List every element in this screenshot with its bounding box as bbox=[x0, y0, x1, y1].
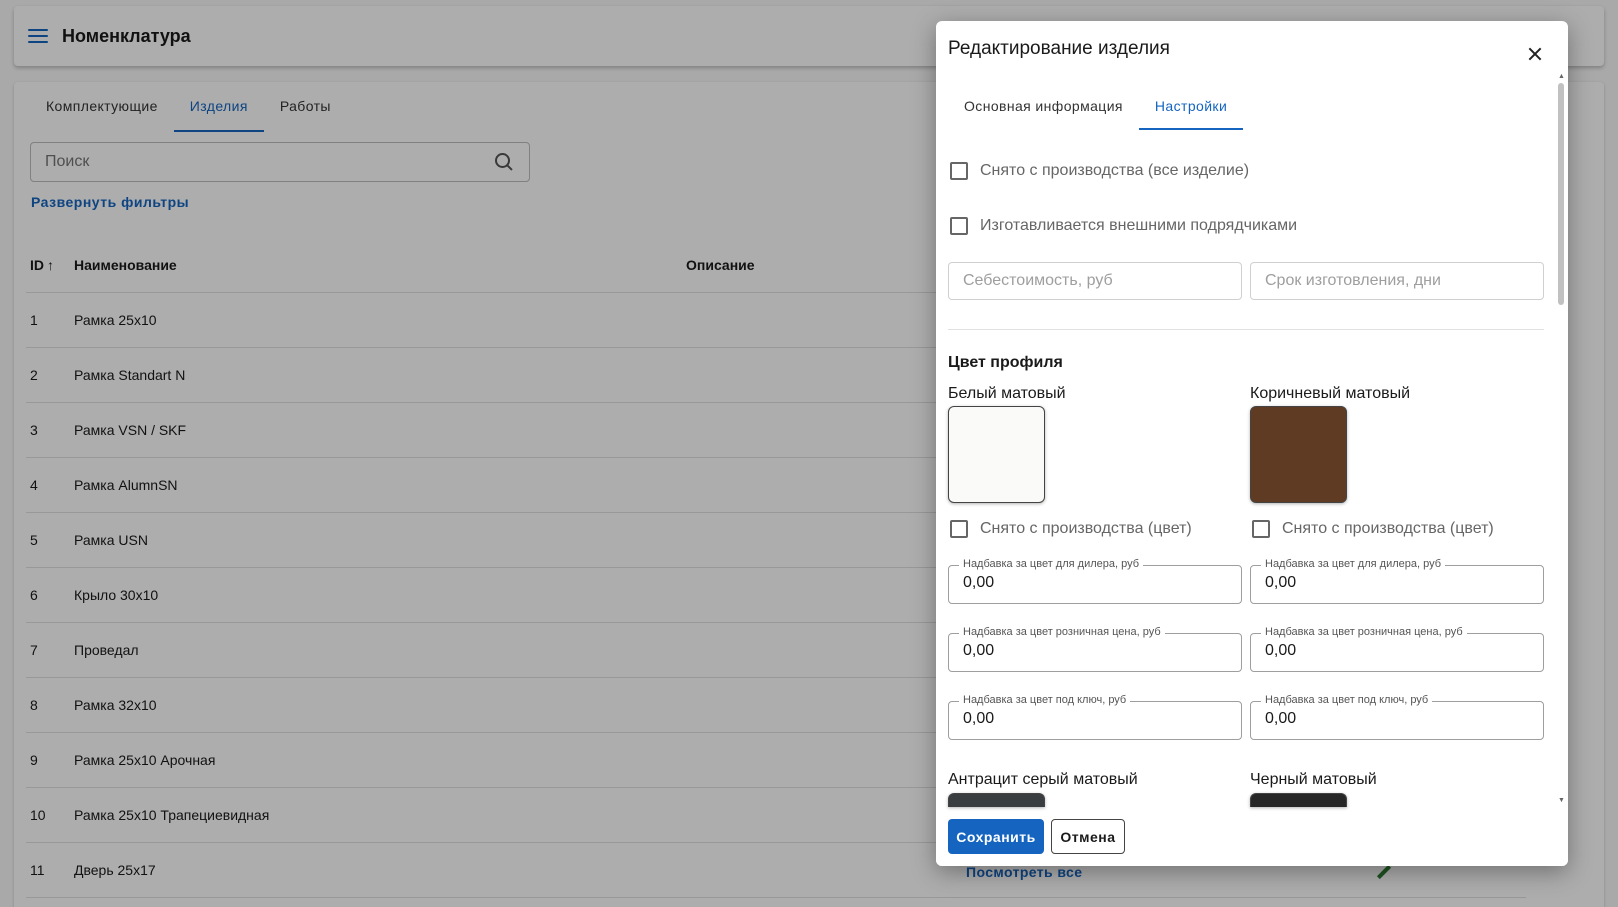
turnkey-markup-label: Надбавка за цвет под ключ, руб bbox=[959, 694, 1131, 706]
tab-settings[interactable]: Настройки bbox=[1138, 91, 1244, 131]
retail-markup-label: Надбавка за цвет розничная цена, руб bbox=[1261, 626, 1467, 638]
discontinued-color-label: Снято с производства (цвет) bbox=[1282, 520, 1494, 537]
retail-markup-label: Надбавка за цвет розничная цена, руб bbox=[959, 626, 1165, 638]
discontinued-color-label: Снято с производства (цвет) bbox=[980, 520, 1192, 537]
dealer-markup-field: Надбавка за цвет для дилера, руб bbox=[1250, 558, 1544, 604]
discontinued-all-checkbox[interactable]: Снято с производства (все изделие) bbox=[950, 162, 1249, 180]
checkbox-icon[interactable] bbox=[950, 217, 968, 235]
color-name: Черный матовый bbox=[1250, 771, 1377, 788]
checkbox-icon[interactable] bbox=[1252, 520, 1270, 538]
dealer-markup-field: Надбавка за цвет для дилера, руб bbox=[948, 558, 1242, 604]
retail-markup-field: Надбавка за цвет розничная цена, руб bbox=[1250, 626, 1544, 672]
dialog-tabs: Основная информация Настройки bbox=[948, 91, 1244, 131]
discontinued-color-checkbox[interactable]: Снято с производства (цвет) bbox=[1252, 520, 1494, 538]
checkbox-icon[interactable] bbox=[950, 520, 968, 538]
color-swatch[interactable] bbox=[948, 406, 1045, 503]
discontinued-all-label: Снято с производства (все изделие) bbox=[980, 162, 1250, 179]
turnkey-markup-field: Надбавка за цвет под ключ, руб bbox=[1250, 694, 1544, 740]
tab-basic-info[interactable]: Основная информация bbox=[948, 91, 1139, 131]
color-swatch[interactable] bbox=[1250, 406, 1347, 503]
close-icon[interactable] bbox=[1524, 43, 1546, 65]
lead-time-input[interactable] bbox=[1265, 272, 1529, 290]
retail-markup-input[interactable] bbox=[963, 642, 1223, 660]
retail-markup-field: Надбавка за цвет розничная цена, руб bbox=[948, 626, 1242, 672]
dealer-markup-label: Надбавка за цвет для дилера, руб bbox=[1261, 558, 1446, 570]
color-swatch[interactable] bbox=[948, 793, 1045, 807]
turnkey-markup-label: Надбавка за цвет под ключ, руб bbox=[1261, 694, 1433, 706]
checkbox-icon[interactable] bbox=[950, 162, 968, 180]
cost-field bbox=[948, 262, 1242, 300]
retail-markup-input[interactable] bbox=[1265, 642, 1525, 660]
scroll-up-arrow-icon[interactable]: ▲ bbox=[1558, 73, 1565, 80]
cost-input[interactable] bbox=[963, 272, 1227, 290]
color-name: Коричневый матовый bbox=[1250, 385, 1411, 402]
lead-time-field bbox=[1250, 262, 1544, 300]
scroll-down-arrow-icon[interactable]: ▼ bbox=[1558, 797, 1565, 804]
edit-product-dialog: Редактирование изделия Основная информац… bbox=[936, 21, 1568, 866]
color-swatch[interactable] bbox=[1250, 793, 1347, 807]
color-name: Белый матовый bbox=[948, 385, 1066, 402]
profile-color-heading: Цвет профиля bbox=[948, 354, 1063, 371]
save-button[interactable]: Сохранить bbox=[948, 819, 1044, 854]
cancel-button[interactable]: Отмена bbox=[1051, 819, 1125, 854]
divider bbox=[948, 329, 1544, 330]
turnkey-markup-field: Надбавка за цвет под ключ, руб bbox=[948, 694, 1242, 740]
turnkey-markup-input[interactable] bbox=[1265, 710, 1525, 728]
dialog-scrollbar[interactable] bbox=[1558, 83, 1564, 305]
dialog-title: Редактирование изделия bbox=[948, 38, 1170, 59]
dealer-markup-label: Надбавка за цвет для дилера, руб bbox=[959, 558, 1144, 570]
color-name: Антрацит серый матовый bbox=[948, 771, 1138, 788]
external-contractors-checkbox[interactable]: Изготавливается внешними подрядчиками bbox=[950, 217, 1297, 235]
turnkey-markup-input[interactable] bbox=[963, 710, 1223, 728]
dialog-footer: Сохранить Отмена bbox=[936, 813, 1568, 866]
dealer-markup-input[interactable] bbox=[1265, 574, 1525, 592]
dealer-markup-input[interactable] bbox=[963, 574, 1223, 592]
discontinued-color-checkbox[interactable]: Снято с производства (цвет) bbox=[950, 520, 1192, 538]
external-contractors-label: Изготавливается внешними подрядчиками bbox=[980, 217, 1298, 234]
